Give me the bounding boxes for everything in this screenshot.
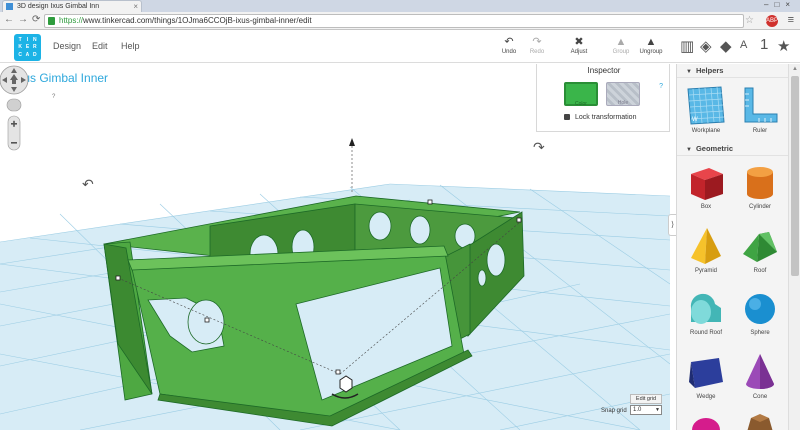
shape-box[interactable]: Box <box>681 162 731 210</box>
adjust-button[interactable]: ✖ Adjust <box>564 35 594 55</box>
cylinder-icon <box>747 167 773 199</box>
adjust-icon: ✖ <box>574 36 584 48</box>
ruler-icon <box>744 87 778 123</box>
tinkercad-logo[interactable]: TIN KER CAD <box>14 34 41 61</box>
rotate-left-icon[interactable]: ↶ <box>82 176 94 192</box>
rotate-right-icon[interactable]: ↷ <box>533 139 545 155</box>
pyramid-icon <box>691 228 721 264</box>
torus-icon <box>692 418 720 430</box>
shape-pyramid[interactable]: Pyramid <box>681 226 731 274</box>
tube-icon <box>747 414 773 430</box>
favicon-icon <box>6 3 13 10</box>
shape-workplane[interactable]: W Workplane <box>681 84 731 134</box>
app-header: TIN KER CAD Design Edit Help ↶ Undo ↷ Re… <box>0 31 800 63</box>
wedge-icon <box>689 358 723 388</box>
group-button[interactable]: ▲ Group <box>606 35 636 55</box>
shape-partial-2[interactable] <box>735 412 785 430</box>
sphere-icon <box>745 294 775 324</box>
roof-icon <box>743 232 777 262</box>
scrollbar-thumb[interactable] <box>791 76 799 276</box>
cone-icon <box>746 354 774 389</box>
geometric-section-header[interactable]: ▼ Geometric <box>677 142 788 156</box>
redo-button[interactable]: ↷ Redo <box>522 35 552 55</box>
inspector-title: Inspector <box>587 66 621 75</box>
close-tab-icon[interactable]: × <box>133 1 138 12</box>
inspector-panel: Inspector ? Color Hole Lock transformati… <box>536 64 670 132</box>
group-icon: ▲ <box>615 36 627 48</box>
height-handle-icon[interactable] <box>349 138 355 146</box>
round-roof-icon <box>690 293 721 324</box>
shape-partial-1[interactable] <box>681 412 731 430</box>
bookmark-star-icon[interactable]: ☆ <box>745 15 754 26</box>
snap-grid-select[interactable]: 1.0 <box>630 405 662 415</box>
browser-menu-icon[interactable]: ≡ <box>788 14 794 26</box>
box-icon <box>691 168 723 200</box>
shape-round-roof[interactable]: Round Roof <box>681 288 731 336</box>
shape-cylinder[interactable]: Cylinder <box>735 162 785 210</box>
zoom-out-icon[interactable] <box>11 142 17 144</box>
inspector-help-icon[interactable]: ? <box>659 83 663 90</box>
favorites-star-icon[interactable]: ★ <box>777 37 790 55</box>
view-navigation[interactable] <box>0 64 44 174</box>
letters-view-icon[interactable]: A <box>740 39 747 51</box>
shape-cone[interactable]: Cone <box>735 352 785 400</box>
url-scheme: https:// <box>59 16 84 25</box>
shape-sphere[interactable]: Sphere <box>735 288 785 336</box>
url-text: www.tinkercad.com/things/1OJma6CCOjB-ixu… <box>83 16 312 25</box>
numbers-view-icon[interactable]: 1 <box>760 36 768 53</box>
menu-design[interactable]: Design <box>53 41 81 51</box>
browser-nav-icons[interactable]: ←→⟳ <box>4 14 44 25</box>
scroll-up-icon[interactable]: ▲ <box>792 66 798 72</box>
svg-text:W: W <box>692 117 698 123</box>
lock-transformation-toggle[interactable]: Lock transformation <box>564 114 636 121</box>
undo-button[interactable]: ↶ Undo <box>494 35 524 55</box>
shape-wedge[interactable]: Wedge <box>681 352 731 400</box>
browser-tab[interactable]: 3D design Ixus Gimbal Inn × <box>2 0 142 12</box>
menu-help[interactable]: Help <box>121 41 140 51</box>
menu-edit[interactable]: Edit <box>92 41 108 51</box>
tab-title: 3D design Ixus Gimbal Inn <box>17 3 100 10</box>
lock-label: Lock transformation <box>575 114 637 121</box>
sidebar-scrollbar[interactable]: ▲ <box>788 64 800 430</box>
shape-roof[interactable]: Roof <box>735 226 785 274</box>
workplane-icon: W <box>687 86 725 125</box>
redo-icon: ↷ <box>532 36 542 48</box>
color-swatch-button[interactable]: Color <box>564 82 598 107</box>
collapse-arrow-icon: ▼ <box>686 147 692 153</box>
helpers-section-header[interactable]: ▼ Helpers <box>677 64 788 78</box>
address-bar: ←→⟳ https://www.tinkercad.com/things/1OJ… <box>0 12 800 30</box>
grid-view-icon[interactable]: ▥ <box>680 37 694 55</box>
window-controls[interactable]: –□× <box>764 0 796 9</box>
edit-grid-button[interactable]: Edit grid <box>630 394 662 404</box>
lock-icon <box>564 114 570 120</box>
shape-ruler[interactable]: Ruler <box>735 84 785 134</box>
ungroup-button[interactable]: ▲ Ungroup <box>636 35 666 55</box>
collapse-sidebar-button[interactable]: ⟩ <box>668 214 676 236</box>
ungroup-icon: ▲ <box>645 36 657 48</box>
cube-view-icon[interactable]: ◈ <box>700 37 712 55</box>
snap-grid-label: Snap grid <box>601 408 627 414</box>
hole-button[interactable]: Hole <box>606 82 640 106</box>
undo-icon: ↶ <box>504 36 514 48</box>
fit-view-icon[interactable] <box>6 98 22 112</box>
shapes-sidebar: ▼ Helpers W Workplane Ruler ▼ Geometric Bo… <box>676 64 788 430</box>
adblock-icon[interactable]: ABP <box>766 15 778 27</box>
nav-help-icon[interactable]: ? <box>52 94 55 100</box>
lift-handle-icon[interactable] <box>339 375 353 393</box>
secure-lock-icon <box>48 17 55 25</box>
url-field[interactable]: https://www.tinkercad.com/things/1OJma6C… <box>44 14 744 28</box>
collapse-arrow-icon: ▼ <box>686 69 692 75</box>
workplane-viewport[interactable]: ↶ ↷ Ixus Gimbal Inner ? Inspector ? Colo… <box>0 64 670 430</box>
blocks-view-icon[interactable]: ◆ <box>720 37 732 55</box>
browser-tabstrip: 3D design Ixus Gimbal Inn × –□× <box>0 0 800 12</box>
